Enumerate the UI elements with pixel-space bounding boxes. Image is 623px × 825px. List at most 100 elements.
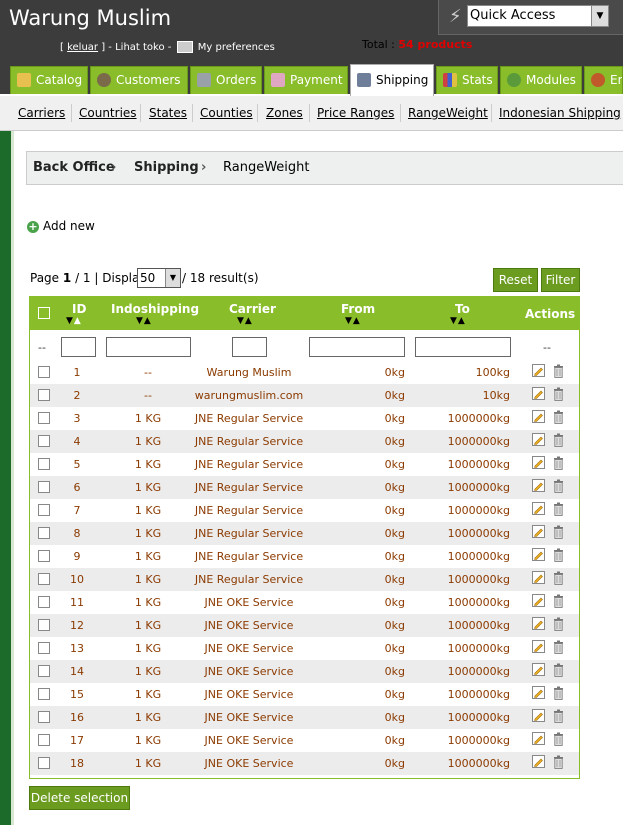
row-checkbox[interactable] (38, 435, 50, 447)
subtab-states[interactable]: States (149, 106, 187, 120)
edit-icon[interactable] (532, 502, 545, 515)
tab-customers[interactable]: Customers (90, 66, 188, 94)
row-checkbox[interactable] (38, 481, 50, 493)
tab-payment[interactable]: Payment (264, 66, 348, 94)
sort-arrows-icon[interactable]: ▼▲ (136, 316, 152, 326)
delete-icon[interactable] (553, 502, 564, 516)
tab-catalog[interactable]: Catalog (10, 66, 88, 94)
display-count-select[interactable]: 50 ▼ (137, 268, 181, 288)
edit-icon[interactable] (532, 410, 545, 423)
row-checkbox[interactable] (38, 757, 50, 769)
filter-from-input[interactable] (309, 337, 405, 357)
subtab-price-ranges[interactable]: Price Ranges (317, 106, 394, 120)
logout-link[interactable]: keluar (67, 42, 98, 53)
filter-id-input[interactable] (61, 337, 96, 357)
edit-icon[interactable] (532, 433, 545, 446)
tab-employees[interactable]: Employees (584, 66, 623, 94)
row-checkbox[interactable] (38, 550, 50, 562)
cell-id: 8 (73, 527, 81, 540)
row-checkbox[interactable] (38, 366, 50, 378)
tab-orders[interactable]: Orders (190, 66, 262, 94)
delete-icon[interactable] (553, 525, 564, 539)
edit-icon[interactable] (532, 525, 545, 538)
row-checkbox[interactable] (38, 734, 50, 746)
delete-icon[interactable] (553, 663, 564, 677)
edit-icon[interactable] (532, 732, 545, 745)
row-checkbox[interactable] (38, 596, 50, 608)
sort-arrows-icon[interactable]: ▼▲ (450, 316, 466, 326)
select-all-checkbox[interactable] (38, 307, 50, 319)
quick-access-select[interactable]: Quick Access ▼ (467, 5, 609, 27)
subtab-counties[interactable]: Counties (200, 106, 253, 120)
edit-icon[interactable] (532, 479, 545, 492)
edit-icon[interactable] (532, 617, 545, 630)
row-checkbox[interactable] (38, 527, 50, 539)
filter-carrier-input[interactable] (232, 337, 267, 357)
breadcrumb-shipping[interactable]: Shipping (134, 152, 199, 184)
row-checkbox[interactable] (38, 458, 50, 470)
delete-icon[interactable] (553, 617, 564, 631)
add-new-link[interactable]: + Add new (27, 219, 95, 233)
filter-indoshipping-input[interactable] (106, 337, 191, 357)
row-checkbox[interactable] (38, 665, 50, 677)
cell-carrier: JNE Regular Service (194, 435, 304, 448)
edit-icon[interactable] (532, 456, 545, 469)
delete-icon[interactable] (553, 594, 564, 608)
subtab-rangeweight[interactable]: RangeWeight (408, 106, 488, 120)
delete-icon[interactable] (553, 571, 564, 585)
edit-icon[interactable] (532, 663, 545, 676)
sort-arrows-icon[interactable]: ▼▲ (345, 316, 361, 326)
delete-icon[interactable] (553, 709, 564, 723)
subtab-zones[interactable]: Zones (266, 106, 303, 120)
row-checkbox[interactable] (38, 688, 50, 700)
delete-icon[interactable] (553, 755, 564, 769)
tab-modules[interactable]: Modules (500, 66, 582, 94)
tab-stats[interactable]: Stats (436, 66, 498, 94)
row-checkbox[interactable] (38, 412, 50, 424)
delete-icon[interactable] (553, 387, 564, 401)
delete-selection-button[interactable]: Delete selection (29, 786, 130, 810)
delete-icon[interactable] (553, 364, 564, 378)
filter-to-input[interactable] (415, 337, 511, 357)
delete-icon[interactable] (553, 410, 564, 424)
edit-icon[interactable] (532, 755, 545, 768)
delete-icon[interactable] (553, 732, 564, 746)
preferences-icon[interactable] (176, 41, 193, 53)
delete-icon[interactable] (553, 640, 564, 654)
row-checkbox[interactable] (38, 642, 50, 654)
row-checkbox[interactable] (38, 711, 50, 723)
edit-icon[interactable] (532, 387, 545, 400)
row-checkbox[interactable] (38, 389, 50, 401)
edit-icon[interactable] (532, 364, 545, 377)
view-shop-link[interactable]: Lihat toko (115, 42, 165, 53)
edit-icon[interactable] (532, 709, 545, 722)
row-checkbox[interactable] (38, 573, 50, 585)
edit-icon[interactable] (532, 594, 545, 607)
breadcrumb-back-office[interactable]: Back Office (33, 152, 115, 184)
delete-icon[interactable] (553, 479, 564, 493)
preferences-link[interactable]: My preferences (198, 42, 275, 53)
cell-id: 14 (70, 665, 84, 678)
edit-icon[interactable] (532, 640, 545, 653)
chevron-down-icon[interactable]: ▼ (165, 269, 180, 287)
sort-arrows-icon[interactable]: ▼▲ (237, 316, 253, 326)
chevron-down-icon[interactable]: ▼ (591, 6, 608, 26)
delete-icon[interactable] (553, 548, 564, 562)
reset-button[interactable]: Reset (493, 268, 538, 292)
edit-icon[interactable] (532, 571, 545, 584)
edit-icon[interactable] (532, 548, 545, 561)
edit-icon[interactable] (532, 686, 545, 699)
row-checkbox[interactable] (38, 504, 50, 516)
subtab-carriers[interactable]: Carriers (18, 106, 65, 120)
filter-button[interactable]: Filter (541, 268, 580, 292)
display-count-value: 50 (140, 271, 156, 285)
sort-arrows-icon[interactable]: ▼▲ (66, 316, 82, 326)
tab-shipping[interactable]: Shipping (350, 64, 434, 96)
delete-icon[interactable] (553, 433, 564, 447)
delete-icon[interactable] (553, 686, 564, 700)
subtab-countries[interactable]: Countries (79, 106, 137, 120)
delete-icon[interactable] (553, 456, 564, 470)
row-checkbox[interactable] (38, 619, 50, 631)
cell-indoshipping: 1 KG (134, 711, 162, 724)
subtab-indonesian-shipping[interactable]: Indonesian Shipping (499, 106, 621, 120)
